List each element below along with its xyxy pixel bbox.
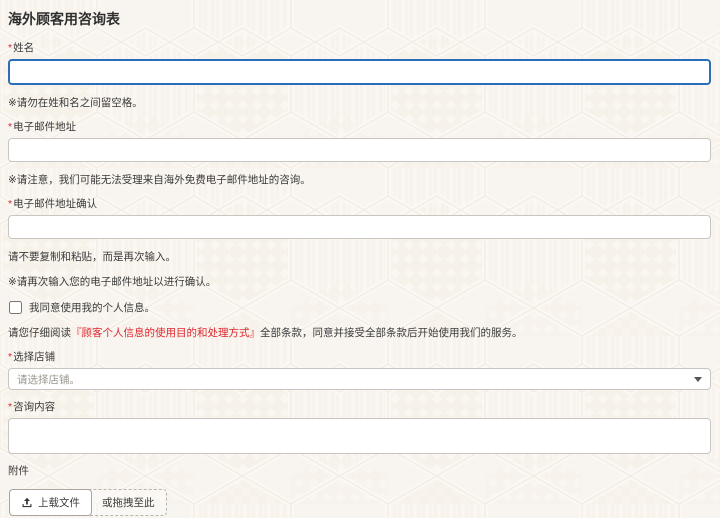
email-confirm-input[interactable] [8, 215, 711, 239]
attachment-label: 附件 [8, 465, 29, 477]
required-asterisk: * [8, 121, 13, 133]
chevron-down-icon [694, 376, 702, 382]
required-asterisk: * [8, 198, 13, 210]
inquiry-label: *咨询内容 [8, 401, 56, 413]
required-asterisk: * [8, 42, 13, 54]
store-select-placeholder: 请选择店铺。 [17, 373, 80, 386]
email-confirm-label: *电子邮件地址确认 [8, 198, 98, 210]
email-input[interactable] [8, 138, 711, 162]
inquiry-form: 海外顾客用咨询表 *姓名 ※请勿在姓和名之间留空格。 *电子邮件地址 ※请注意，… [0, 0, 720, 518]
consent-label: 我同意使用我的个人信息。 [29, 302, 155, 314]
required-asterisk: * [8, 351, 13, 363]
inquiry-textarea[interactable] [8, 418, 711, 454]
privacy-policy-link[interactable]: 『顾客个人信息的使用目的和处理方式』 [71, 327, 260, 339]
upload-file-button[interactable]: 上载文件 [9, 489, 92, 516]
policy-text: 请您仔细阅读『顾客个人信息的使用目的和处理方式』全部条款，同意并接受全部条款后开… [8, 327, 523, 339]
name-note: ※请勿在姓和名之间留空格。 [8, 97, 143, 109]
consent-checkbox[interactable] [9, 301, 22, 314]
email-confirm-note2: ※请再次输入您的电子邮件地址以进行确认。 [8, 276, 217, 288]
consent-row[interactable]: 我同意使用我的个人信息。 [9, 300, 712, 315]
name-input[interactable] [8, 59, 711, 85]
email-label: *电子邮件地址 [8, 121, 77, 133]
attachment-dropzone[interactable]: 上载文件 或拖拽至此 [9, 489, 167, 516]
upload-icon [22, 497, 32, 507]
required-asterisk: * [8, 401, 13, 413]
email-note: ※请注意，我们可能无法受理来自海外免费电子邮件地址的咨询。 [8, 174, 311, 186]
name-label: *姓名 [8, 42, 35, 54]
page-title: 海外顾客用咨询表 [8, 11, 120, 27]
store-label: *选择店铺 [8, 351, 56, 363]
store-select[interactable]: 请选择店铺。 [8, 368, 711, 390]
drop-hint: 或拖拽至此 [102, 497, 155, 509]
email-confirm-note1: 请不要复制和粘贴，而是再次输入。 [8, 251, 176, 263]
